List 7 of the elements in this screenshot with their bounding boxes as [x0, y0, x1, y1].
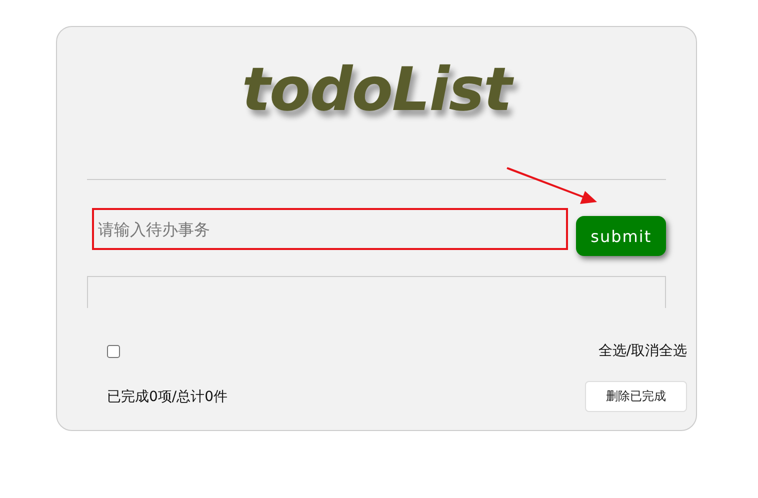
- app-title: todoList: [242, 47, 512, 133]
- input-field[interactable]: 请输入待办事务: [92, 208, 568, 250]
- select-all-checkbox[interactable]: [107, 344, 120, 358]
- submit-button[interactable]: submit: [576, 216, 666, 256]
- summary-text: 已完成0项/总计0件: [107, 388, 228, 406]
- select-all-label: 全选/取消全选: [598, 342, 687, 360]
- delete-completed-button[interactable]: 删除已完成: [585, 381, 687, 412]
